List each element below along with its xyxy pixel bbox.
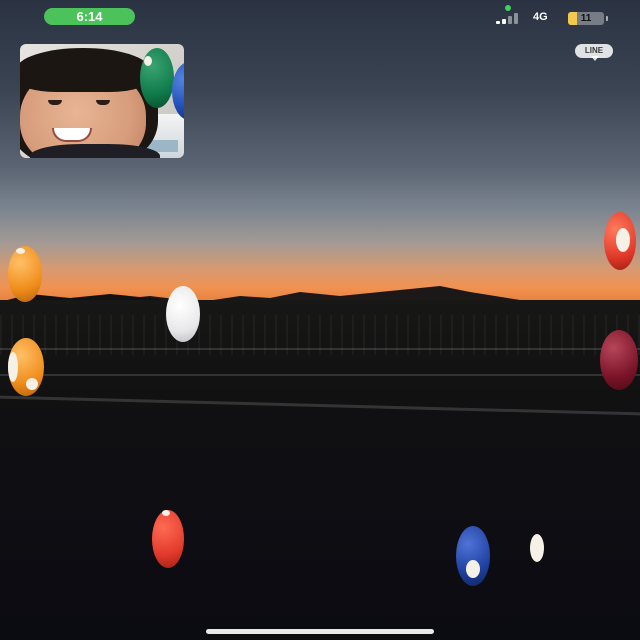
red-ball-effect-bottom	[152, 510, 184, 568]
status-bar: 6:14 4G 11	[0, 0, 640, 32]
white-ball-effect	[166, 286, 200, 342]
rail-top	[0, 348, 640, 350]
battery-level: 11	[580, 13, 592, 24]
signal-strength-icon	[496, 12, 524, 24]
line-app-badge[interactable]: LINE	[575, 44, 613, 61]
orange-striped-ball-effect	[8, 338, 44, 396]
battery-nub	[606, 16, 608, 21]
network-type: 4G	[533, 11, 548, 23]
self-camera-preview[interactable]	[20, 44, 184, 158]
rail-bottom	[0, 374, 640, 376]
video-call-screen: 6:14 4G 11 LINE	[0, 0, 640, 640]
home-indicator[interactable]	[206, 629, 434, 634]
call-time-pill[interactable]: 6:14	[44, 8, 135, 25]
red-ball-effect-right	[604, 212, 636, 270]
blue-ball-effect-bottom	[456, 526, 490, 586]
camera-in-use-indicator	[505, 5, 511, 11]
green-ball-effect	[140, 48, 174, 108]
person-bangs	[20, 48, 150, 92]
eight-ball-fragment	[530, 534, 544, 562]
blue-ball-effect	[172, 62, 184, 120]
person-shirt	[30, 144, 160, 158]
line-badge-tail	[591, 56, 599, 61]
battery-icon: 11	[568, 12, 604, 25]
maroon-ball-effect	[600, 330, 638, 390]
orange-ball-effect	[8, 246, 42, 302]
